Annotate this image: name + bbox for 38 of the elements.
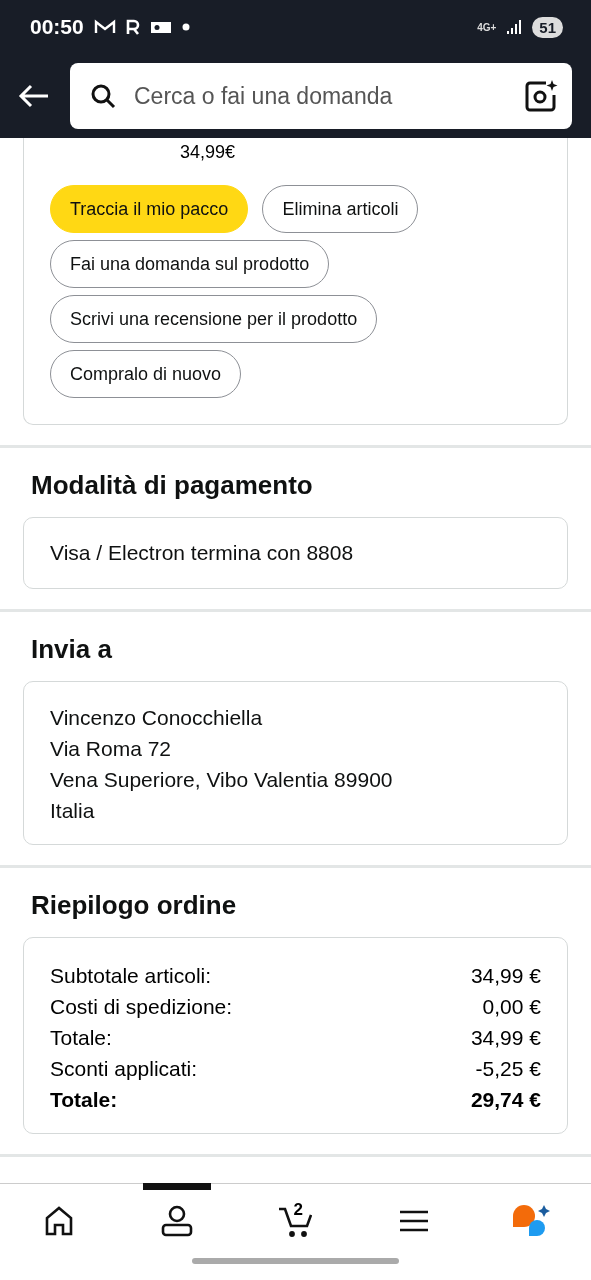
camera-icon[interactable]	[524, 79, 558, 113]
dot-icon	[181, 23, 190, 31]
action-button[interactable]: Fai una domanda sul prodotto	[50, 240, 330, 288]
section-title: Riepilogo ordine	[30, 889, 238, 922]
section-title: Modalità di pagamento	[30, 469, 314, 502]
person-icon	[160, 1204, 195, 1238]
action-button[interactable]: Elimina articoli	[262, 185, 419, 233]
summary-label: Sconti applicati:	[50, 1056, 198, 1082]
cart-count: 2	[293, 1200, 303, 1220]
address-line: Italia	[50, 798, 96, 824]
battery-level: 51	[532, 16, 563, 38]
app-notification-icon	[149, 19, 172, 35]
nav-tab[interactable]: 2	[261, 1183, 330, 1242]
address-line: Vena Superiore, Vibo Valentia 89900	[50, 767, 394, 793]
summary-value: 29,74 €	[470, 1087, 541, 1113]
track-package-button[interactable]: Traccia il mio pacco	[50, 185, 249, 233]
summary-label: Costi di spedizione:	[50, 994, 233, 1020]
action-button[interactable]: Scrivi una recensione per il prodotto	[50, 295, 378, 343]
mail-icon	[93, 19, 116, 35]
item-price: 34,99€	[180, 142, 237, 163]
summary-value: -5,25 €	[475, 1056, 541, 1082]
address-line: Vincenzo Conocchiella	[50, 705, 264, 731]
search-icon	[90, 83, 116, 109]
section-title: Invia a	[30, 633, 113, 666]
status-time: 00:50	[30, 15, 84, 39]
action-button[interactable]: Compralo di nuovo	[50, 350, 242, 398]
network-type: 4G+	[477, 21, 497, 33]
search-field[interactable]: Cerca o fai una domanda	[70, 63, 572, 129]
summary-value: 34,99 €	[470, 1025, 541, 1051]
signal-icon	[506, 19, 523, 35]
address-line: Via Roma 72	[50, 736, 173, 762]
summary-label: Subtotale articoli:	[50, 963, 212, 989]
summary-label: Totale:	[50, 1087, 118, 1113]
summary-label: Totale:	[50, 1025, 112, 1051]
back-icon[interactable]	[18, 84, 50, 108]
summary-value: 0,00 €	[482, 994, 541, 1020]
summary-value: 34,99 €	[470, 963, 541, 989]
payment-method: Visa / Electron termina con 8808	[50, 540, 355, 566]
